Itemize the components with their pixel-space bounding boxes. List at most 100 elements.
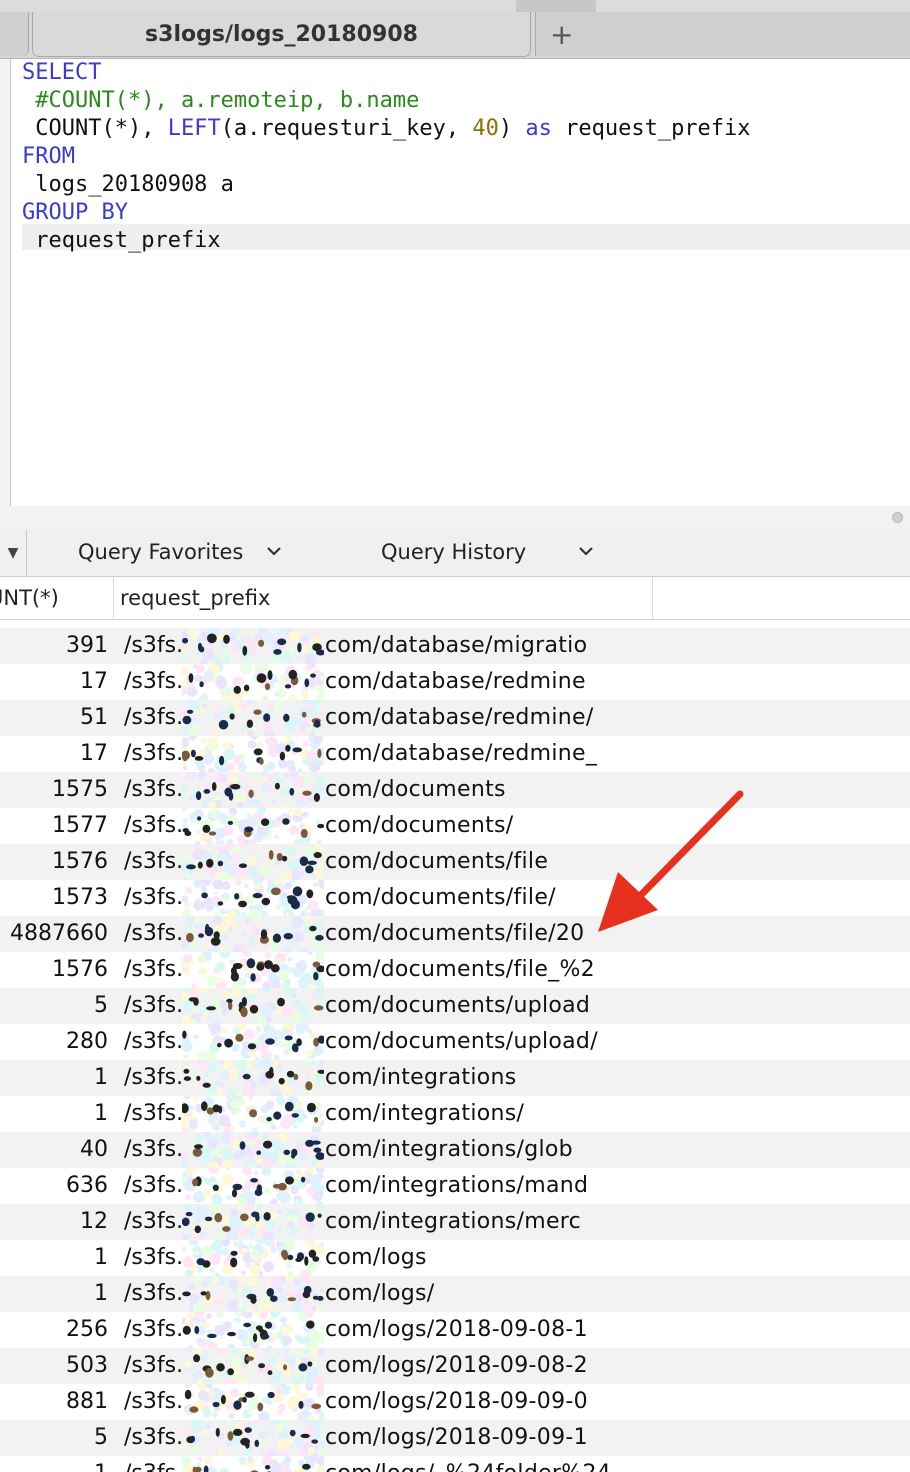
table-row[interactable]: 1/s3fs. com/logs/: [0, 1276, 910, 1312]
resize-handle-icon[interactable]: [892, 512, 903, 523]
new-tab-button[interactable]: +: [535, 12, 910, 56]
cell-suffix: com/logs/2018-09-08-1: [325, 1317, 588, 1342]
results-header: UNT(*) request_prefix: [0, 577, 910, 620]
redacted-region: [182, 916, 324, 952]
cell-suffix: com/integrations/glob: [325, 1137, 573, 1162]
table-row[interactable]: 391/s3fs. com/database/migratio: [0, 628, 910, 664]
sql-keyword: GROUP BY: [22, 200, 128, 225]
table-row[interactable]: 12/s3fs. com/integrations/merc: [0, 1204, 910, 1240]
sql-keyword: as: [525, 116, 552, 141]
cell-suffix: com/database/redmine/: [325, 705, 594, 730]
table-row[interactable]: 17/s3fs. com/database/redmine: [0, 664, 910, 700]
cell-count: 881: [66, 1389, 108, 1414]
table-row[interactable]: 256/s3fs. com/logs/2018-09-08-1: [0, 1312, 910, 1348]
redacted-region: [182, 736, 324, 772]
table-row[interactable]: 1577/s3fs. com/documents/: [0, 808, 910, 844]
table-row[interactable]: 1576/s3fs. com/documents/file: [0, 844, 910, 880]
cell-suffix: com/documents/file: [325, 849, 549, 874]
cell-count: 12: [80, 1209, 108, 1234]
code-line[interactable]: #COUNT(*), a.remoteip, b.name: [22, 87, 902, 115]
cell-prefix: /s3fs.: [124, 1281, 184, 1306]
cell-prefix: /s3fs.: [124, 1173, 184, 1198]
cell-count: 1: [0, 1456, 108, 1472]
cell-count: 1: [94, 1245, 108, 1270]
triangle-down-icon[interactable]: ▼: [0, 530, 27, 576]
table-row[interactable]: 1/s3fs. com/integrations/: [0, 1096, 910, 1132]
table-row[interactable]: 5/s3fs. com/logs/2018-09-09-1: [0, 1420, 910, 1456]
code-line[interactable]: logs_20180908 a: [22, 171, 902, 199]
redacted-region: [182, 1060, 324, 1096]
redacted-region: [183, 1384, 324, 1420]
cell-suffix: com/database/redmine: [325, 669, 586, 694]
table-row[interactable]: 1/s3fs. com/logs: [0, 1240, 910, 1276]
sql-text: request_prefix: [22, 228, 221, 253]
redacted-region: [182, 772, 324, 808]
table-row[interactable]: 4887660/s3fs. com/documents/file/20: [0, 916, 910, 952]
redacted-region: [182, 808, 324, 844]
cell-suffix: com/documents/file/: [325, 885, 556, 910]
table-row[interactable]: 1573/s3fs. com/documents/file/: [0, 880, 910, 916]
cell-count: 4887660: [10, 921, 108, 946]
cell-prefix: /s3fs.: [124, 1425, 184, 1450]
cell-suffix: com/logs/2018-09-08-2: [325, 1353, 588, 1378]
table-row[interactable]: 636/s3fs. com/integrations/mand: [0, 1168, 910, 1204]
redacted-region: [182, 1024, 324, 1060]
column-header-count[interactable]: UNT(*): [0, 577, 114, 619]
cell-count: 503: [66, 1353, 108, 1378]
redacted-region: [182, 1168, 324, 1204]
cell-suffix: com/documents/file/20: [325, 921, 585, 946]
tab-previous[interactable]: [0, 12, 29, 56]
cell-suffix: com/logs/2018-09-09-1: [325, 1425, 588, 1450]
cell-prefix: /s3fs.: [124, 1065, 184, 1090]
sql-text: logs_20180908 a: [22, 172, 234, 197]
table-row[interactable]: 280/s3fs. com/documents/upload/: [0, 1024, 910, 1060]
chevron-down-icon[interactable]: [578, 538, 594, 569]
sql-keyword: FROM: [22, 144, 75, 169]
sql-code[interactable]: SELECT #COUNT(*), a.remoteip, b.name COU…: [22, 59, 902, 255]
cell-prefix: /s3fs.: [124, 669, 184, 694]
window-top-strip: [0, 0, 910, 12]
table-row[interactable]: 1/s3fs. com/logs/_%24folder%24: [0, 1456, 910, 1472]
code-line[interactable]: COUNT(*), LEFT(a.requesturi_key, 40) as …: [22, 115, 902, 143]
cell-suffix: com/logs/: [325, 1281, 435, 1306]
code-line[interactable]: SELECT: [22, 59, 902, 87]
table-row[interactable]: 881/s3fs. com/logs/2018-09-09-0: [0, 1384, 910, 1420]
redacted-region: [182, 1312, 324, 1348]
chevron-down-icon[interactable]: [266, 538, 282, 569]
table-row[interactable]: 17/s3fs. com/database/redmine_: [0, 736, 910, 772]
cell-count: 17: [80, 669, 108, 694]
cell-count: 5: [94, 993, 108, 1018]
table-row[interactable]: 1/s3fs. com/integrations: [0, 1060, 910, 1096]
cell-prefix: /s3fs.: [124, 957, 184, 982]
table-row[interactable]: 503/s3fs. com/logs/2018-09-08-2: [0, 1348, 910, 1384]
cell-count: 256: [66, 1317, 108, 1342]
query-favorites-button[interactable]: Query Favorites: [78, 540, 243, 564]
cell-count: 5: [94, 1425, 108, 1450]
cell-suffix: com/documents: [325, 777, 506, 802]
sql-editor[interactable]: SELECT #COUNT(*), a.remoteip, b.name COU…: [0, 59, 910, 507]
cell-prefix: /s3fs.: [124, 921, 184, 946]
tab-active[interactable]: s3logs/logs_20180908: [32, 12, 531, 57]
table-row[interactable]: 5/s3fs. com/documents/upload: [0, 988, 910, 1024]
table-row[interactable]: 40/s3fs. com/integrations/glob: [0, 1132, 910, 1168]
code-line[interactable]: FROM: [22, 143, 902, 171]
sql-number: 40: [472, 116, 499, 141]
cell-count: 1: [94, 1281, 108, 1306]
cell-suffix: com/integrations: [325, 1065, 517, 1090]
code-line[interactable]: GROUP BY: [22, 199, 902, 227]
results-grid[interactable]: 391/s3fs. com/database/migratio 17/s3fs. co…: [0, 620, 910, 1472]
editor-gutter: [0, 59, 11, 506]
cell-prefix: /s3fs.: [124, 1456, 183, 1472]
table-row[interactable]: 1575/s3fs. com/documents: [0, 772, 910, 808]
table-row[interactable]: 1576/s3fs. com/documents/file_%2: [0, 952, 910, 988]
cell-prefix: /s3fs.: [124, 633, 184, 658]
plus-icon: +: [550, 17, 574, 51]
cell-suffix: com/database/redmine_: [325, 741, 598, 766]
editor-resize-bar[interactable]: [0, 506, 910, 531]
table-row[interactable]: 51/s3fs. com/database/redmine/: [0, 700, 910, 736]
query-history-button[interactable]: Query History: [381, 540, 526, 564]
code-line[interactable]: request_prefix: [22, 227, 902, 255]
cell-suffix: com/documents/: [325, 813, 514, 838]
column-header-request-prefix[interactable]: request_prefix: [120, 577, 653, 619]
cell-count: 17: [80, 741, 108, 766]
